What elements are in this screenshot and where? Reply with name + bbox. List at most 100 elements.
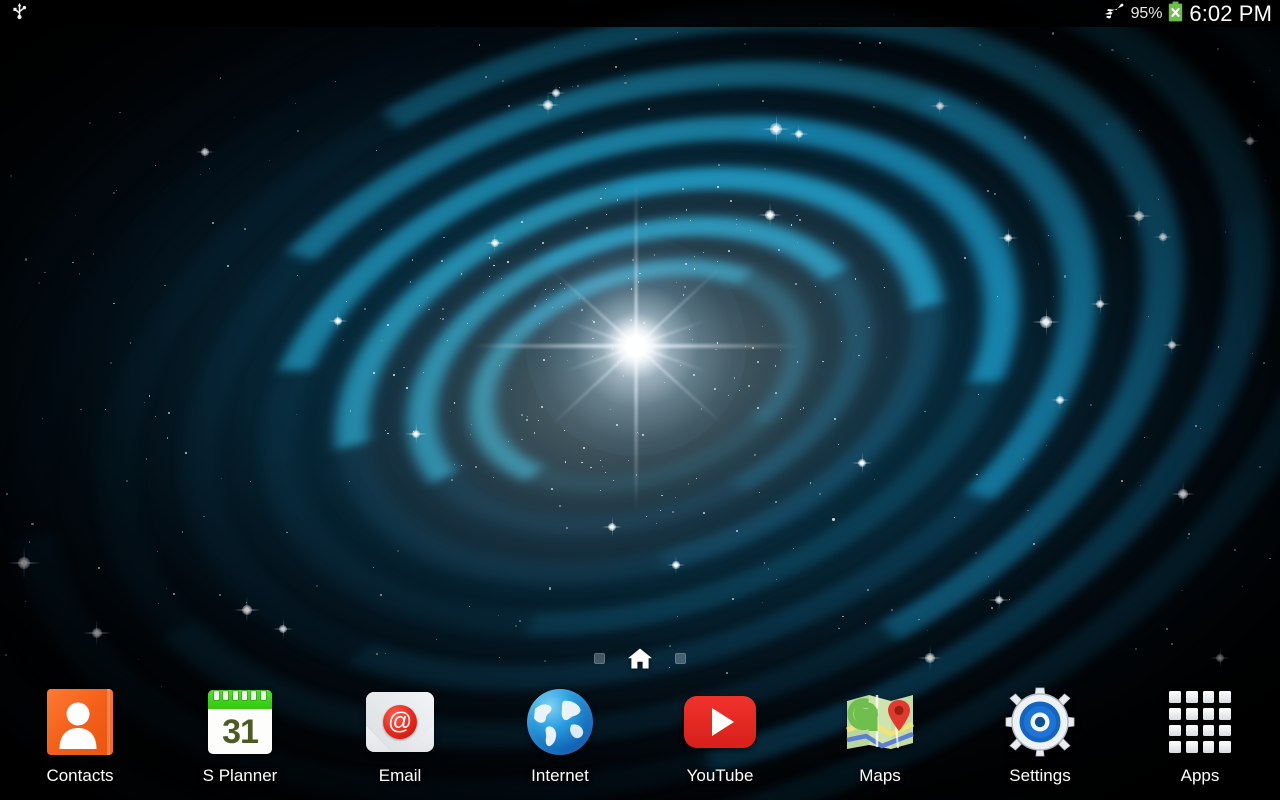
star — [1063, 275, 1066, 278]
star — [842, 615, 844, 618]
star — [1194, 424, 1197, 427]
star — [316, 585, 318, 587]
star — [986, 189, 989, 193]
star — [685, 209, 687, 211]
star — [109, 362, 112, 365]
dock-item-contacts[interactable]: Contacts — [0, 678, 160, 800]
page-dot-3[interactable] — [675, 652, 686, 664]
star — [676, 217, 678, 219]
star — [453, 463, 455, 465]
star — [493, 476, 494, 478]
star — [716, 260, 718, 262]
star — [1028, 199, 1030, 201]
star — [1253, 81, 1255, 84]
star — [348, 480, 350, 482]
dock-item-youtube[interactable]: YouTube — [640, 678, 800, 800]
star — [987, 576, 989, 578]
star — [387, 432, 389, 434]
star — [764, 168, 766, 170]
star — [582, 131, 584, 133]
usb-icon — [11, 2, 28, 26]
dock-item-email[interactable]: @ Email — [320, 678, 480, 800]
star — [873, 478, 875, 480]
star — [645, 515, 647, 517]
star — [732, 598, 734, 600]
star — [521, 414, 523, 416]
star — [795, 283, 797, 285]
star — [442, 318, 444, 321]
star-spike — [23, 546, 25, 579]
home-icon[interactable] — [627, 646, 653, 670]
star — [460, 464, 462, 466]
dock-item-internet[interactable]: Internet — [480, 678, 640, 800]
star — [1051, 32, 1054, 35]
youtube-icon — [682, 684, 758, 760]
star-spike — [1007, 227, 1009, 249]
star — [838, 627, 840, 630]
star — [396, 549, 399, 552]
status-bar[interactable]: 95% 6:02 PM — [0, 0, 1280, 27]
star — [668, 216, 670, 219]
dock-label-internet: Internet — [531, 766, 589, 785]
dock-item-maps[interactable]: Maps — [800, 678, 960, 800]
star — [379, 593, 382, 596]
star-spike — [998, 588, 1000, 612]
star — [508, 441, 509, 442]
star — [1047, 235, 1049, 236]
star — [37, 281, 40, 284]
star — [521, 438, 523, 441]
star — [581, 461, 583, 463]
star — [203, 515, 205, 517]
star — [790, 223, 793, 226]
star-spike — [547, 92, 549, 117]
status-bar-clock: 6:02 PM — [1189, 0, 1272, 26]
star — [635, 38, 637, 40]
star — [717, 186, 719, 188]
star — [541, 406, 543, 408]
star — [507, 260, 510, 263]
dock: Contacts 31 S Planner @ Email Internet Y… — [0, 678, 1280, 800]
star — [675, 496, 676, 498]
dock-label-settings: Settings — [1009, 766, 1071, 785]
star — [113, 302, 115, 304]
dock-item-apps[interactable]: Apps — [1120, 678, 1280, 800]
star — [1027, 509, 1029, 512]
star — [233, 116, 235, 118]
apps-grid-icon — [1162, 684, 1238, 760]
calendar-day-number: 31 — [222, 712, 259, 751]
star-spike — [769, 202, 771, 227]
star — [1269, 557, 1271, 560]
star — [778, 249, 780, 251]
dock-item-s-planner[interactable]: 31 S Planner — [160, 678, 320, 800]
star — [832, 518, 835, 521]
star — [144, 401, 145, 403]
star — [451, 479, 453, 481]
dock-item-settings[interactable]: Settings — [960, 678, 1120, 800]
star — [753, 453, 756, 456]
star — [244, 228, 246, 230]
page-indicator — [0, 644, 1280, 672]
star-spike — [611, 516, 613, 538]
star — [475, 466, 477, 468]
star — [616, 199, 619, 201]
globe-icon — [522, 684, 598, 760]
star — [219, 77, 222, 79]
star — [728, 250, 730, 252]
star — [31, 522, 34, 526]
star — [640, 206, 642, 208]
star — [767, 568, 769, 570]
star — [779, 350, 781, 351]
star — [345, 300, 347, 302]
star — [1241, 585, 1243, 587]
status-bar-left — [11, 0, 28, 27]
star — [718, 164, 720, 166]
page-dot-1[interactable] — [594, 652, 605, 664]
star — [964, 257, 966, 259]
contacts-icon — [42, 684, 118, 760]
star — [586, 226, 588, 229]
star-spike — [1099, 293, 1101, 315]
star — [392, 374, 395, 376]
star — [819, 302, 821, 304]
star — [226, 264, 229, 267]
star — [166, 437, 169, 439]
